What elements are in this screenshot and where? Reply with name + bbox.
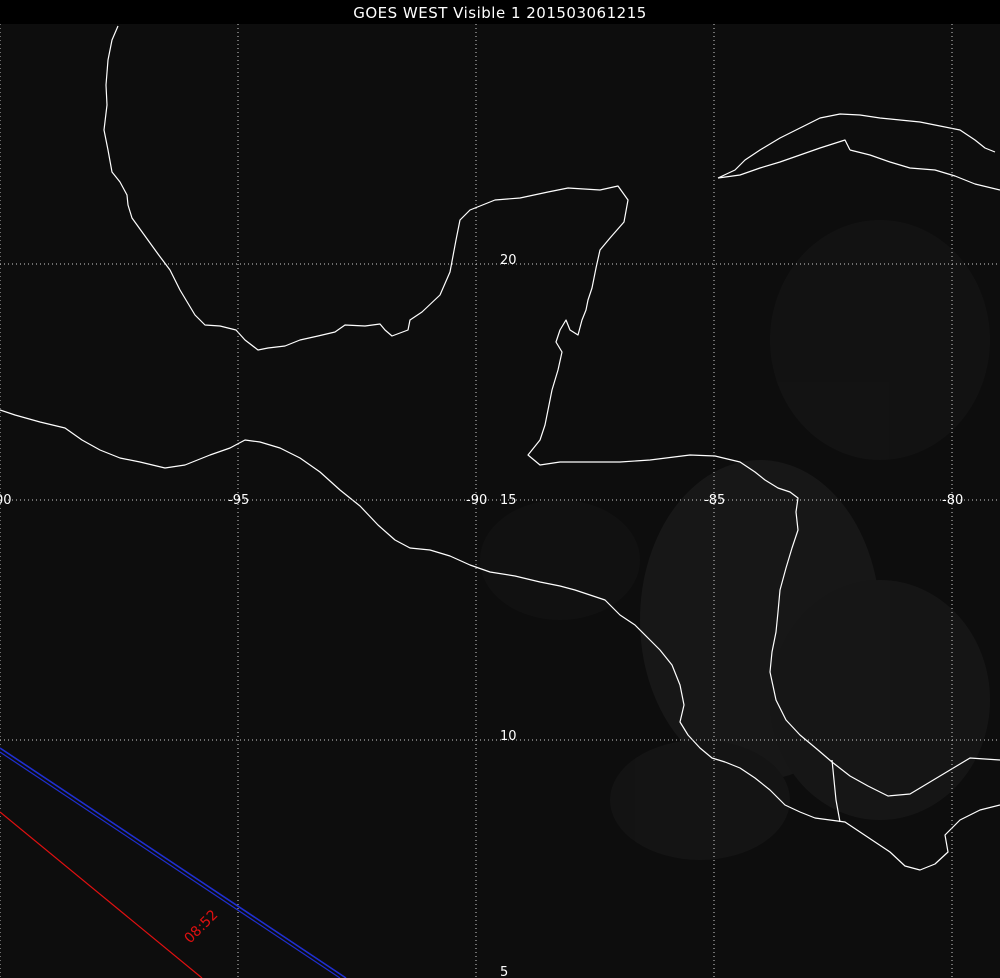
lon-label-80: -80 <box>942 493 963 508</box>
lon-label-95: -95 <box>228 493 249 508</box>
lat-label-15: 15 <box>500 493 517 508</box>
image-title: GOES WEST Visible 1 201503061215 <box>0 0 1000 24</box>
lat-label-5: 5 <box>500 965 508 978</box>
satellite-map[interactable]: -100 -95 -90 -85 -80 20 15 10 5 08:52 <box>0 24 1000 978</box>
lat-label-10: 10 <box>500 729 517 744</box>
lon-label-100: -100 <box>0 493 12 508</box>
lat-label-20: 20 <box>500 253 517 268</box>
lon-label-90: -90 <box>466 493 487 508</box>
lon-label-85: -85 <box>704 493 725 508</box>
